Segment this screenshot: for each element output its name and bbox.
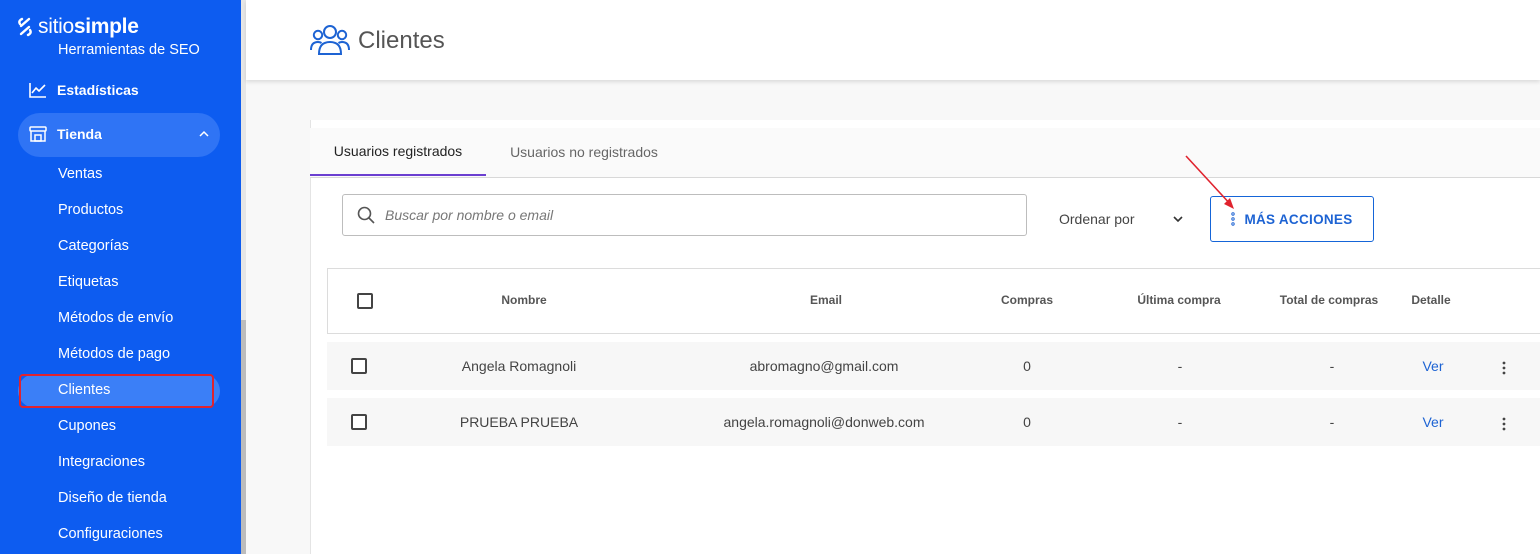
sidebar-item-seo[interactable]: Herramientas de SEO bbox=[58, 42, 200, 58]
select-all-checkbox[interactable] bbox=[357, 293, 373, 309]
cell-name: PRUEBA PRUEBA bbox=[459, 414, 579, 430]
sidebar-item-configuraciones[interactable]: Configuraciones bbox=[58, 526, 163, 542]
sidebar-item-etiquetas[interactable]: Etiquetas bbox=[58, 274, 118, 290]
page-title: Clientes bbox=[358, 27, 445, 54]
brand-name: sitiosimple bbox=[38, 15, 139, 38]
cell-total: - bbox=[1329, 358, 1335, 374]
sidebar-item-envio[interactable]: Métodos de envío bbox=[58, 310, 173, 326]
table-header: Nombre Email Compras Última compra Total… bbox=[327, 268, 1540, 334]
sidebar: sitiosimple Herramientas de SEO Estadíst… bbox=[0, 0, 241, 554]
sidebar-item-categorias[interactable]: Categorías bbox=[58, 238, 129, 254]
cell-total: - bbox=[1329, 414, 1335, 430]
sidebar-scrollbar[interactable] bbox=[241, 0, 246, 554]
users-icon bbox=[310, 25, 350, 55]
content-card bbox=[310, 120, 1540, 554]
col-total-purchases[interactable]: Total de compras bbox=[1268, 293, 1390, 307]
sidebar-item-cupones[interactable]: Cupones bbox=[58, 418, 116, 434]
chart-line-icon bbox=[29, 83, 46, 98]
order-by-select[interactable]: Ordenar por bbox=[1059, 211, 1134, 227]
cell-email: angela.romagnoli@donweb.com bbox=[723, 414, 925, 430]
search-icon bbox=[357, 206, 375, 224]
cell-name: Angela Romagnoli bbox=[461, 358, 577, 374]
row-menu-icon[interactable] bbox=[1502, 417, 1506, 431]
sidebar-item-ventas[interactable]: Ventas bbox=[58, 166, 102, 182]
col-email[interactable]: Email bbox=[770, 293, 882, 307]
cell-purchases: 0 bbox=[1023, 358, 1031, 374]
sidebar-item-pago[interactable]: Métodos de pago bbox=[58, 346, 170, 362]
tab-unregistered-users[interactable]: Usuarios no registrados bbox=[486, 128, 682, 176]
logo-icon bbox=[18, 17, 32, 37]
tab-registered-users[interactable]: Usuarios registrados bbox=[310, 128, 486, 176]
cell-email: abromagno@gmail.com bbox=[749, 358, 899, 374]
chevron-up-icon[interactable] bbox=[198, 128, 210, 140]
annotation-arrow bbox=[1185, 155, 1234, 209]
col-name[interactable]: Nombre bbox=[468, 293, 580, 307]
tab-bar: Usuarios registrados Usuarios no registr… bbox=[310, 128, 1540, 178]
search-input[interactable] bbox=[385, 207, 985, 223]
row-menu-icon[interactable] bbox=[1502, 361, 1506, 375]
row-checkbox[interactable] bbox=[351, 358, 367, 374]
row-checkbox[interactable] bbox=[351, 414, 367, 430]
col-last-purchase[interactable]: Última compra bbox=[1118, 293, 1240, 307]
col-detail: Detalle bbox=[1411, 293, 1451, 307]
col-purchases[interactable]: Compras bbox=[971, 293, 1083, 307]
search-box[interactable] bbox=[342, 194, 1027, 236]
scrollbar-thumb[interactable] bbox=[241, 320, 246, 554]
cell-last-purchase: - bbox=[1177, 358, 1183, 374]
sidebar-item-label: Tienda bbox=[57, 126, 102, 142]
sidebar-item-diseno[interactable]: Diseño de tienda bbox=[58, 490, 167, 506]
more-actions-label: MÁS ACCIONES bbox=[1244, 211, 1353, 227]
table-row: PRUEBA PRUEBA angela.romagnoli@donweb.co… bbox=[327, 398, 1540, 446]
view-link[interactable]: Ver bbox=[1403, 414, 1463, 430]
view-link[interactable]: Ver bbox=[1403, 358, 1463, 374]
sidebar-item-stats[interactable]: Estadísticas bbox=[28, 80, 241, 100]
page-header: Clientes bbox=[246, 0, 1540, 80]
sidebar-item-label: Estadísticas bbox=[57, 82, 139, 98]
sidebar-item-productos[interactable]: Productos bbox=[58, 202, 123, 218]
cell-last-purchase: - bbox=[1177, 414, 1183, 430]
cell-purchases: 0 bbox=[1023, 414, 1031, 430]
brand-logo[interactable]: sitiosimple bbox=[16, 14, 139, 40]
store-icon bbox=[29, 126, 47, 142]
sidebar-item-integraciones[interactable]: Integraciones bbox=[58, 454, 145, 470]
table-row: Angela Romagnoli abromagno@gmail.com 0 -… bbox=[327, 342, 1540, 390]
highlight-box bbox=[19, 374, 214, 408]
